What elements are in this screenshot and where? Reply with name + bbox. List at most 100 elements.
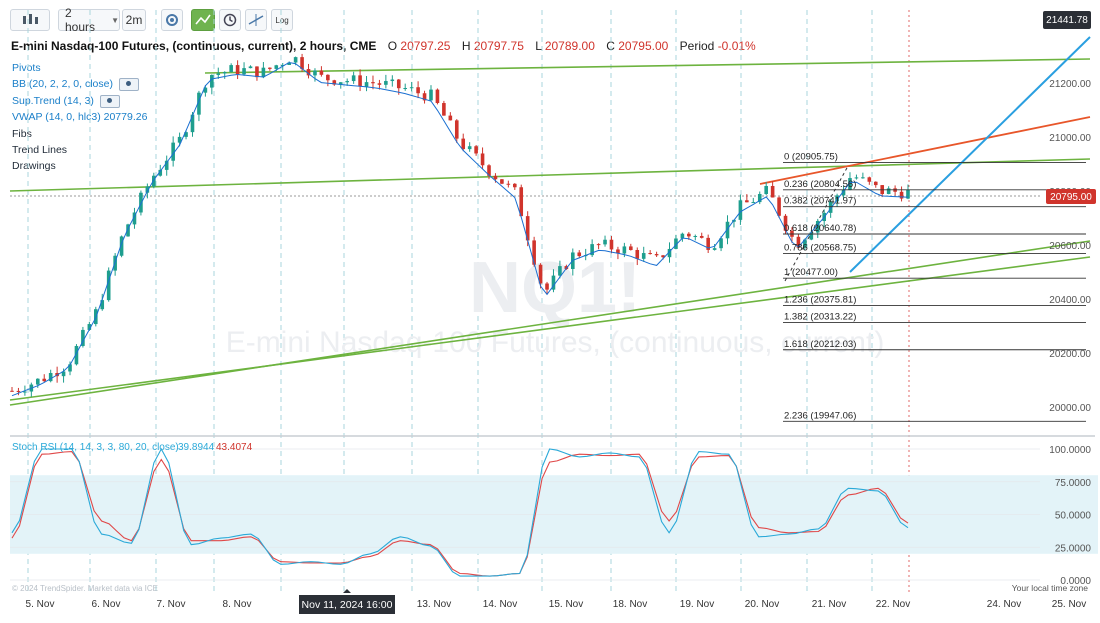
log-scale-button[interactable]: Log — [271, 9, 293, 31]
candle-body — [268, 67, 272, 69]
range-button[interactable]: 2m — [122, 9, 146, 31]
candle — [893, 185, 897, 196]
period-label: Period — [679, 39, 715, 53]
candle-body — [422, 93, 427, 101]
interval-select[interactable]: 2 hours ▼ — [58, 6, 120, 34]
candle-body — [764, 185, 768, 195]
candle-body — [519, 187, 524, 217]
settings-button[interactable] — [161, 9, 183, 31]
study-label: Sup.Trend (14, 3) — [12, 94, 94, 107]
candle — [345, 78, 349, 86]
study-bb[interactable]: BB (20, 2, 2, 0, close) — [12, 76, 147, 92]
candle — [248, 65, 253, 69]
high-value: 20797.75 — [473, 39, 524, 53]
compare-button[interactable] — [245, 9, 267, 31]
candle-body — [429, 89, 433, 101]
osc-tick-label: 100.0000 — [1049, 445, 1091, 456]
candle — [229, 63, 233, 73]
candle — [164, 155, 169, 176]
osc-label: Stoch RSI (14, 14, 3, 3, 80, 20, close) — [12, 442, 179, 453]
study-fibs[interactable]: Fibs — [12, 126, 147, 142]
watermark-symbol: NQ1! — [469, 248, 641, 328]
candle — [512, 183, 517, 190]
candle — [93, 306, 98, 327]
candle — [725, 215, 730, 245]
candle-body — [487, 165, 491, 176]
candle — [629, 243, 633, 251]
candle-body — [693, 236, 698, 238]
candle-body — [500, 179, 504, 184]
top-price-value: 21441.78 — [1046, 14, 1088, 26]
candle-body — [261, 67, 266, 78]
candle — [699, 232, 704, 239]
candle-body — [873, 181, 878, 186]
lower-channel-line — [9, 240, 1091, 406]
study-supertrend[interactable]: Sup.Trend (14, 3) — [12, 93, 147, 109]
candle-body — [680, 233, 685, 239]
candle — [661, 254, 665, 260]
candle — [757, 191, 762, 205]
study-pivots[interactable]: Pivots — [12, 60, 147, 76]
candle — [203, 85, 208, 97]
study-vwap[interactable]: VWAP (14, 0, hlc3) 20779.26 — [12, 109, 147, 125]
candle — [822, 209, 827, 228]
candle — [197, 90, 201, 122]
stoch-k-value: 39.8944 — [178, 442, 215, 453]
replay-button[interactable] — [219, 9, 241, 31]
candle-body — [641, 253, 646, 259]
candle-body — [525, 216, 530, 241]
candle — [216, 67, 221, 79]
eye-icon[interactable] — [118, 78, 139, 92]
candle — [16, 387, 21, 396]
fib-level-label: 0 (20905.75) — [784, 151, 838, 162]
candle-body — [616, 249, 620, 254]
candle — [242, 62, 246, 76]
candle-body — [68, 364, 72, 372]
study-trend-lines[interactable]: Trend Lines — [12, 142, 147, 158]
candle — [480, 147, 485, 170]
candle-body — [319, 70, 324, 75]
open-label: O — [387, 39, 398, 53]
candle-body — [803, 239, 807, 248]
candle-body — [248, 66, 253, 69]
candle-body — [899, 191, 904, 199]
candle — [23, 385, 27, 396]
candle — [583, 248, 588, 261]
candle — [809, 230, 814, 241]
candle — [532, 236, 536, 267]
eye-icon[interactable] — [99, 94, 120, 108]
fib-level-label: 0.236 (20804.56) — [784, 179, 856, 190]
candle-body — [119, 236, 124, 256]
study-drawings[interactable]: Drawings — [12, 158, 147, 174]
stoch-d-line — [11, 451, 909, 577]
candle-body — [190, 114, 195, 133]
candle-body — [448, 115, 453, 121]
candle — [422, 90, 427, 104]
low-value: 20789.00 — [544, 39, 595, 53]
candle — [87, 321, 92, 331]
fib-level-label: 1.236 (20375.81) — [784, 295, 856, 306]
candle-body — [706, 237, 710, 250]
candle-body — [23, 391, 27, 393]
chart-type-button[interactable] — [10, 9, 50, 31]
candle — [603, 235, 607, 247]
open-value: 20797.25 — [400, 39, 451, 53]
x-tick-label: 19. Nov — [680, 599, 714, 610]
x-tick-label: 13. Nov — [417, 599, 451, 610]
candle-body — [222, 72, 227, 74]
candle — [764, 181, 768, 195]
candle — [171, 136, 175, 167]
candle — [564, 264, 569, 270]
candle — [609, 235, 614, 254]
candle-body — [300, 57, 304, 70]
candle — [326, 74, 330, 87]
candle-body — [770, 185, 775, 198]
candle — [500, 179, 504, 185]
study-label: Pivots — [12, 62, 41, 74]
resistance-trend-line — [759, 116, 1091, 185]
candle — [861, 172, 865, 179]
x-tick-label: 24. Nov — [987, 599, 1021, 610]
candle — [448, 112, 453, 121]
auto-trend-button[interactable] — [191, 9, 215, 31]
price-tick-label: 20800.00 — [1049, 187, 1091, 198]
